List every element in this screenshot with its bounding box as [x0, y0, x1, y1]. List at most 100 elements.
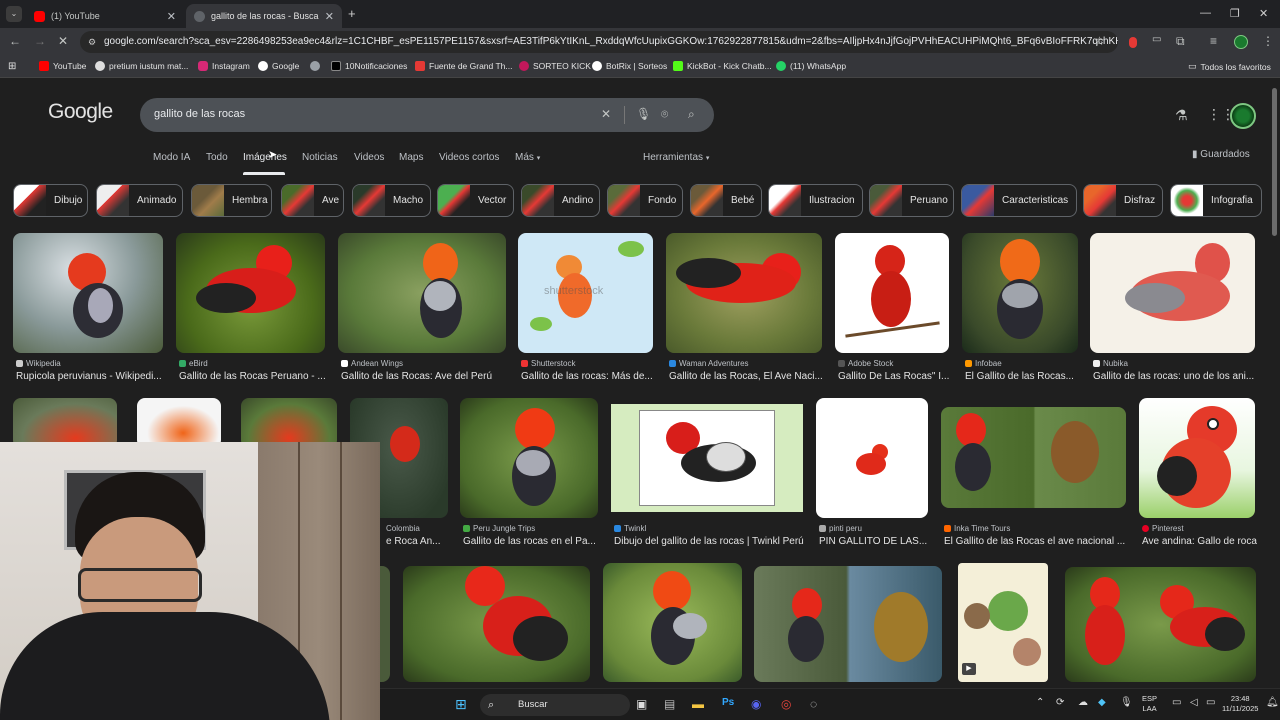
result-card[interactable]: [754, 566, 942, 682]
file-explorer-icon[interactable]: ▬: [692, 697, 704, 711]
result-title[interactable]: Gallito de las Rocas: Ave del Perú: [341, 371, 509, 382]
result-image[interactable]: [380, 566, 390, 682]
extensions-puzzle-icon[interactable]: ⧉: [1176, 34, 1185, 49]
bookmark-instagram[interactable]: Instagram: [198, 61, 250, 71]
language-indicator[interactable]: ESP LAA: [1142, 694, 1157, 714]
tray-icon[interactable]: ⟳: [1056, 697, 1064, 708]
result-image[interactable]: [137, 398, 221, 448]
result-title[interactable]: PIN GALLITO DE LAS...: [819, 536, 931, 547]
bookmark-youtube[interactable]: YouTube: [39, 61, 86, 71]
app-icon[interactable]: ▤: [664, 697, 675, 711]
minimize-icon[interactable]: —: [1200, 7, 1211, 19]
result-card[interactable]: Andean Wings Gallito de las Rocas: Ave d…: [338, 233, 506, 383]
restore-icon[interactable]: ❐: [1230, 7, 1240, 20]
extension-red-icon[interactable]: [1129, 37, 1137, 48]
clear-icon[interactable]: ✕: [601, 107, 611, 121]
bookmark-10notificaciones[interactable]: 10Notificaciones: [331, 61, 407, 71]
volume-icon[interactable]: ◁: [1190, 697, 1198, 708]
result-card[interactable]: Peru Jungle Trips Gallito de las rocas e…: [460, 398, 598, 548]
result-card[interactable]: Inka Time Tours El Gallito de las Rocas …: [941, 407, 1127, 548]
chip-ave[interactable]: Ave: [281, 184, 344, 217]
bookmark-kickbot[interactable]: KickBot - Kick Chatb...: [673, 61, 772, 71]
chip-hembra[interactable]: Hembra: [191, 184, 272, 217]
result-image[interactable]: [754, 566, 942, 682]
result-image[interactable]: [338, 233, 506, 353]
tab-todo[interactable]: Todo: [206, 152, 228, 163]
chip-animado[interactable]: Animado: [96, 184, 183, 217]
result-image[interactable]: [816, 398, 928, 518]
tab-modo-ia[interactable]: Modo IA: [153, 152, 190, 163]
labs-flask-icon[interactable]: ⚗: [1175, 107, 1188, 124]
result-title[interactable]: El Gallito de las Rocas...: [965, 371, 1081, 382]
result-title[interactable]: Rupicola peruvianus - Wikipedi...: [16, 371, 166, 382]
result-card[interactable]: Twinkl Dibujo del gallito de las rocas |…: [611, 404, 804, 548]
result-card[interactable]: pinti peru PIN GALLITO DE LAS...: [816, 398, 928, 548]
result-card[interactable]: [1065, 567, 1256, 682]
tray-icon[interactable]: ◆: [1098, 697, 1106, 708]
bookmark-grand-theft[interactable]: Fuente de Grand Th...: [415, 61, 512, 71]
result-card[interactable]: [13, 398, 117, 448]
result-title[interactable]: Gallito De Las Rocas" I...: [838, 371, 953, 382]
bookmark-unnamed[interactable]: [310, 61, 320, 71]
result-image[interactable]: [1139, 398, 1255, 518]
lens-icon[interactable]: ⌾: [661, 107, 668, 122]
task-view-icon[interactable]: ▣: [636, 697, 647, 711]
result-title[interactable]: Gallito de las rocas: Más de...: [521, 371, 657, 382]
tab-search-button[interactable]: ⌄: [6, 6, 22, 22]
result-image[interactable]: [13, 233, 163, 353]
result-image[interactable]: ▶: [958, 563, 1048, 682]
menu-icon[interactable]: ⋮: [1262, 34, 1274, 48]
bookmark-star-icon[interactable]: ☆: [1094, 34, 1105, 48]
result-card[interactable]: Waman Adventures Gallito de las Rocas, E…: [666, 233, 825, 383]
address-bar[interactable]: ⚙ google.com/search?sca_esv=2286498253ea…: [80, 31, 1118, 53]
photoshop-icon[interactable]: Ps: [722, 697, 734, 708]
result-card[interactable]: [603, 563, 742, 682]
chip-andino[interactable]: Andino: [521, 184, 600, 217]
search-icon[interactable]: ⌕: [688, 107, 695, 122]
chip-caracteristicas[interactable]: Caracteristicas: [961, 184, 1077, 217]
extension-icon[interactable]: ▭: [1152, 34, 1161, 45]
close-window-icon[interactable]: ✕: [1259, 7, 1268, 20]
tab-videos[interactable]: Videos: [354, 152, 384, 163]
result-card[interactable]: eBird Gallito de las Rocas Peruano - ...: [176, 233, 326, 383]
chip-disfraz[interactable]: Disfraz: [1083, 184, 1163, 217]
discord-icon[interactable]: ◉: [751, 697, 761, 711]
result-title[interactable]: Gallito de las rocas en el Pa...: [463, 536, 601, 547]
result-card[interactable]: shutterstock Shutterstock Gallito de las…: [518, 233, 654, 383]
tab-imagenes[interactable]: Imágenes: [243, 152, 287, 163]
result-title[interactable]: El Gallito de las Rocas el ave nacional …: [944, 536, 1130, 547]
clock[interactable]: 23:48 11/11/2025: [1222, 694, 1258, 714]
account-avatar[interactable]: [1230, 103, 1256, 129]
result-card[interactable]: ▶: [958, 563, 1048, 682]
result-image[interactable]: [403, 566, 590, 682]
chip-peruano[interactable]: Peruano: [869, 184, 954, 217]
close-icon[interactable]: ✕: [167, 10, 176, 23]
result-title[interactable]: Gallito de las Rocas, El Ave Naci...: [669, 371, 825, 382]
result-image[interactable]: [666, 233, 822, 353]
result-image[interactable]: [1065, 567, 1256, 682]
all-bookmarks-folder[interactable]: ▭ Todos los favoritos: [1188, 61, 1271, 72]
google-logo[interactable]: Google: [48, 100, 113, 124]
result-image[interactable]: [941, 407, 1126, 508]
saved-button[interactable]: ▮ Guardados: [1192, 149, 1250, 160]
result-title[interactable]: e Roca An...: [386, 536, 448, 547]
result-image[interactable]: [241, 398, 337, 448]
tab-google-search[interactable]: gallito de las rocas - Buscar con Google…: [186, 4, 342, 28]
notifications-icon[interactable]: 🔔︎: [1266, 697, 1279, 708]
result-image[interactable]: [1090, 233, 1255, 353]
tab-maps[interactable]: Maps: [399, 152, 423, 163]
onedrive-icon[interactable]: ☁: [1078, 697, 1088, 708]
tab-mas[interactable]: Más ▾: [515, 152, 540, 163]
bookmark-whatsapp[interactable]: (11) WhatsApp: [776, 61, 846, 71]
tab-noticias[interactable]: Noticias: [302, 152, 338, 163]
microphone-icon[interactable]: 🎙︎: [636, 107, 651, 121]
result-card[interactable]: Wikipedia Rupicola peruvianus - Wikipedi…: [13, 233, 163, 383]
chrome-icon[interactable]: ◎: [781, 697, 791, 711]
taskbar-search[interactable]: ⌕ Buscar: [480, 694, 630, 716]
app-circle-icon[interactable]: ◌: [810, 697, 817, 711]
play-icon[interactable]: ▶: [962, 663, 976, 675]
result-card[interactable]: Adobe Stock Gallito De Las Rocas" I...: [835, 233, 950, 383]
chip-vector[interactable]: Vector: [437, 184, 514, 217]
chip-dibujo[interactable]: Dibujo: [13, 184, 88, 217]
result-image[interactable]: [460, 398, 598, 518]
